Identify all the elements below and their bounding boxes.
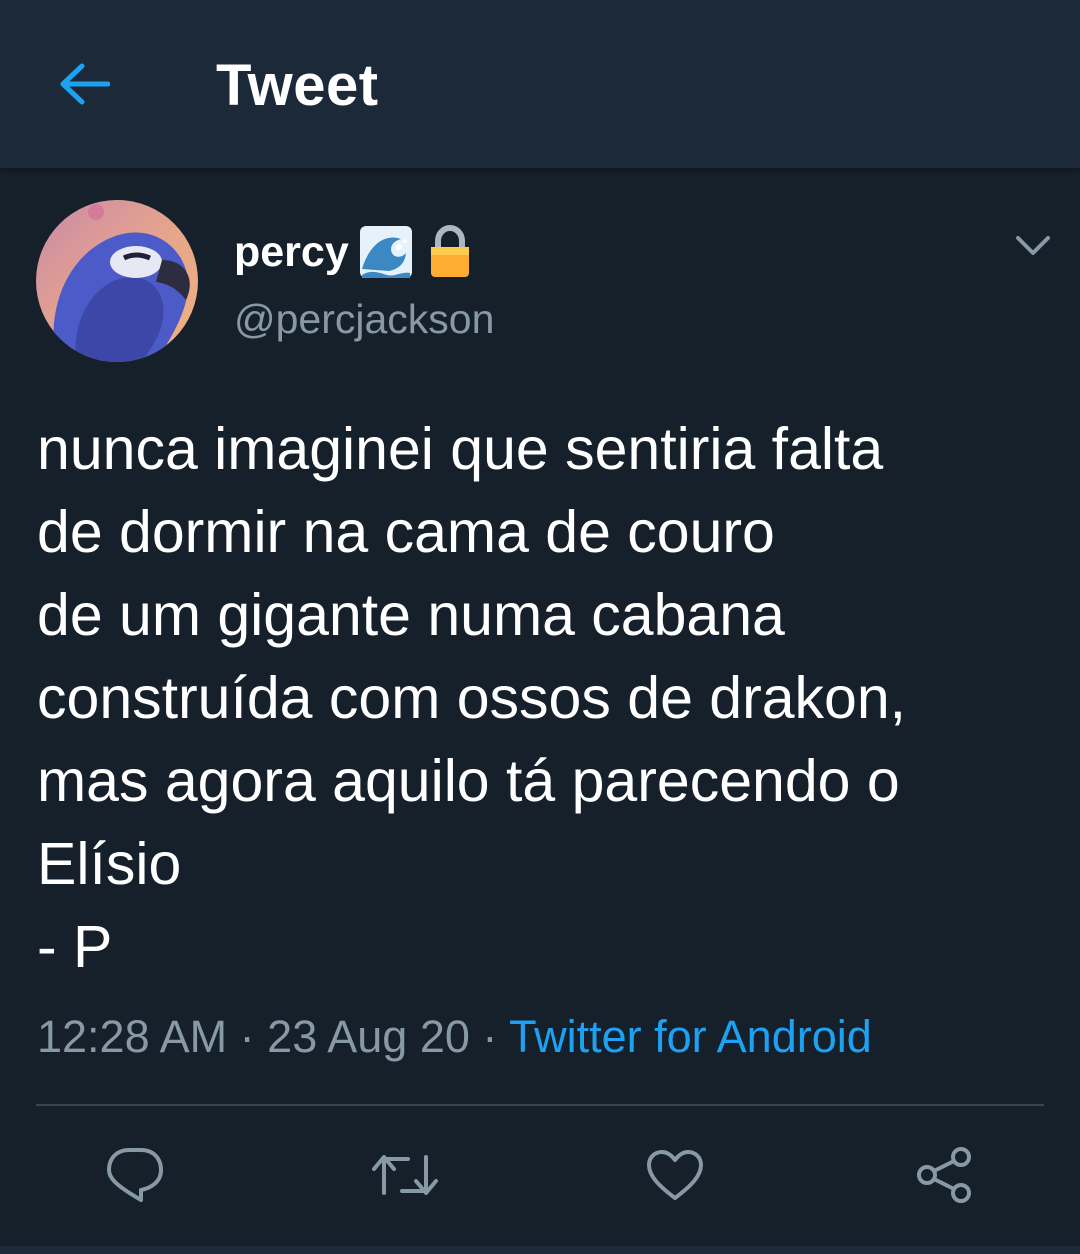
tweet-date: 23 Aug 20 [267, 1011, 470, 1062]
tweet-text-line: mas agora aquilo tá parecendo o [37, 748, 900, 814]
top-bar: Tweet [0, 0, 1080, 168]
like-icon [647, 1150, 703, 1200]
lock-emoji [423, 224, 477, 279]
meta-separator: · [239, 1011, 255, 1062]
divider [36, 1104, 1044, 1106]
tweet-time: 12:28 AM [37, 1011, 228, 1062]
tweet-source-link[interactable]: Twitter for Android [509, 1011, 872, 1062]
tweet-text-line: de dormir na cama de couro [37, 499, 775, 565]
display-name[interactable]: percy [234, 228, 349, 277]
tweet-text-line: de um gigante numa cabana [37, 582, 785, 648]
tweet-actions [0, 1128, 1080, 1218]
retweet-button[interactable] [370, 1140, 440, 1210]
tweet-text-line: nunca imaginei que sentiria falta [37, 416, 884, 482]
back-button[interactable] [52, 56, 116, 112]
tweet-text-line: Elísio [37, 831, 182, 897]
tweet-text: nunca imaginei que sentiria falta de dor… [37, 408, 1047, 989]
arrow-left-icon [60, 63, 110, 105]
reply-icon [107, 1148, 163, 1202]
reply-button[interactable] [100, 1140, 170, 1210]
like-button[interactable] [640, 1140, 710, 1210]
tweet-detail: percy @percjackson nunca imaginei que se… [0, 168, 1080, 1254]
meta-separator: · [482, 1011, 498, 1062]
tweet-text-line: - P [37, 914, 113, 980]
chevron-down-icon [1016, 236, 1050, 255]
tweet-text-line: construída com ossos de drakon, [37, 665, 907, 731]
tweet-metadata: 12:28 AM · 23 Aug 20 · Twitter for Andro… [37, 1011, 872, 1063]
user-handle[interactable]: @percjackson [234, 296, 494, 343]
share-button[interactable] [910, 1140, 980, 1210]
page-title: Tweet [216, 53, 379, 118]
share-icon [917, 1147, 971, 1203]
water-wave-emoji [359, 225, 413, 279]
display-name-row: percy [234, 222, 477, 282]
more-options-button[interactable] [1008, 226, 1058, 266]
avatar-image [36, 200, 198, 362]
avatar[interactable] [36, 200, 198, 362]
bottom-edge [0, 1246, 1080, 1254]
retweet-icon [372, 1155, 438, 1195]
